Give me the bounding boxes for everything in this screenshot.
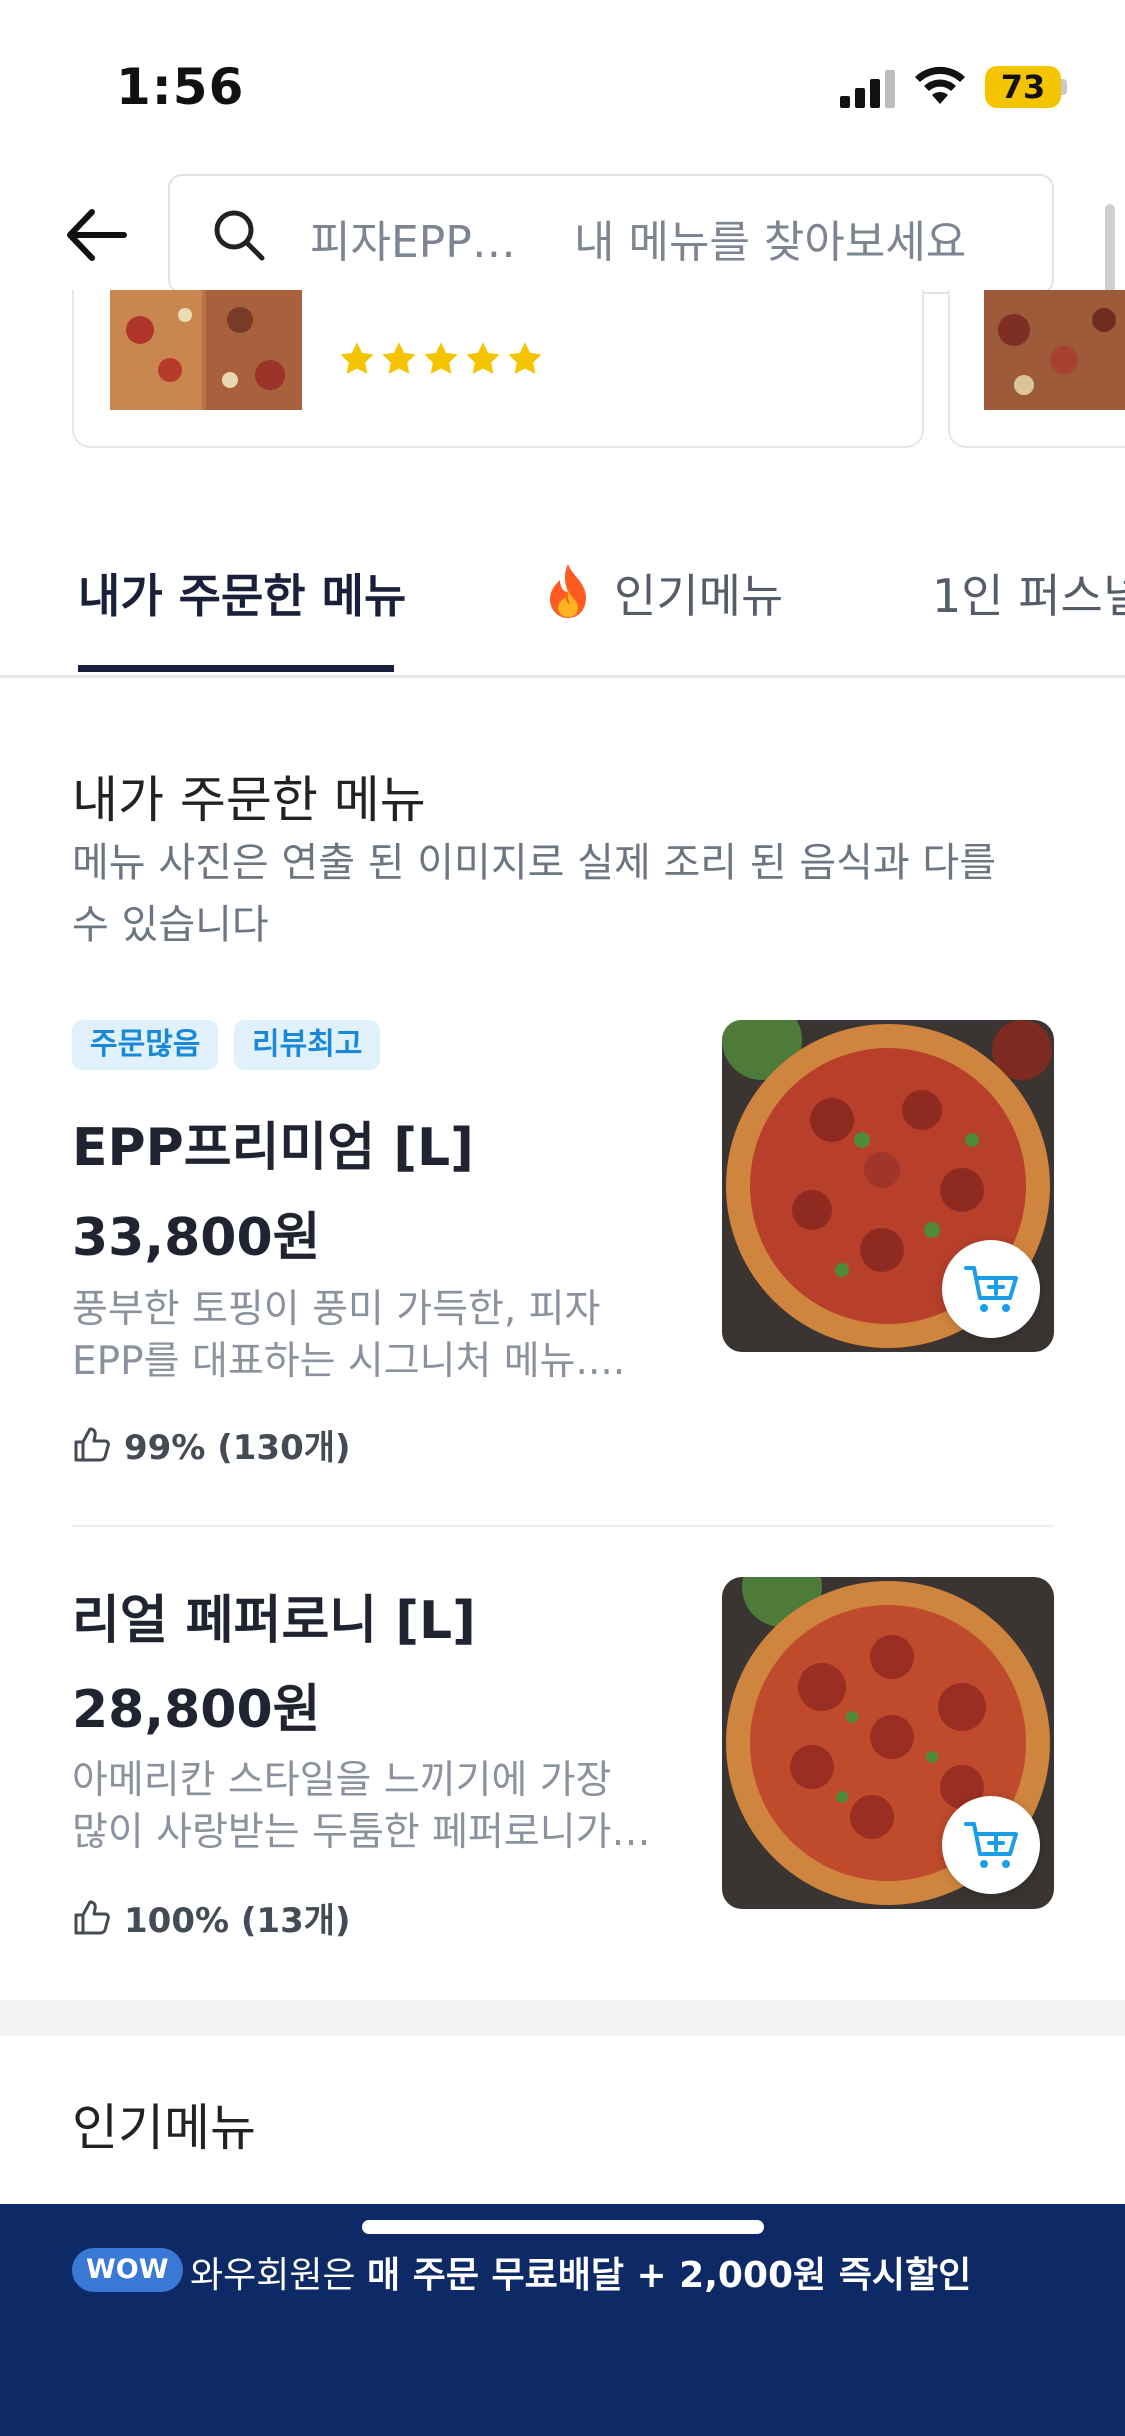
review-photo [110,290,302,410]
menu-item-name[interactable]: 리얼 페퍼로니 [L] [72,1578,476,1653]
add-to-cart-button[interactable] [942,1240,1040,1338]
star-icon [466,342,500,374]
search-icon [214,210,265,261]
thumbs-up-icon [74,1427,110,1461]
tab-label: 1인 퍼스널 [932,569,1125,623]
search-store-name: 피자EPP… [310,217,516,268]
star-icon [340,342,374,374]
add-to-cart-button[interactable] [942,1796,1040,1894]
menu-item-name[interactable]: EPP프리미엄 [L] [72,1105,474,1180]
tab-label: 내가 주문한 메뉴 [78,569,407,623]
tab-label: 인기메뉴 [614,569,784,623]
star-icon [382,342,416,374]
add-cart-icon [964,1822,1018,1868]
wow-banner-text: 와우회원은 매 주문 무료배달 + 2,000원 즉시할인 [190,2255,972,2296]
fire-icon [550,564,586,618]
section-title: 내가 주문한 메뉴 [72,771,426,829]
active-tab-indicator [78,665,394,672]
cellular-signal-icon [840,70,895,108]
battery-level: 73 [1000,68,1046,106]
review-card[interactable] [948,290,1125,448]
section-separator [0,2000,1125,2036]
wow-membership-banner[interactable]: WOW 와우회원은 매 주문 무료배달 + 2,000원 즉시할인 [0,2204,1125,2436]
section-subtitle: 메뉴 사진은 연출 된 이미지로 실제 조리 된 음식과 다를 수 있습니다 [72,840,997,948]
star-icon [508,342,542,374]
tab-personal[interactable]: 1인 퍼스널 [932,560,1125,626]
battery-icon: 73 [985,66,1067,108]
menu-item-price: 33,800원 [72,1208,321,1268]
menu-divider [72,1525,1054,1527]
wow-badge: WOW [72,2248,183,2292]
menu-item-price: 28,800원 [72,1680,321,1740]
status-bar: 1:56 73 [0,0,1125,150]
popular-section-title: 인기메뉴 [72,2099,256,2157]
menu-category-tabs: 내가 주문한 메뉴 인기메뉴 1인 퍼스널 [0,540,1125,678]
menu-item-rating: 99% (130개) [72,1420,351,1469]
thumbs-up-icon [74,1900,110,1934]
menu-item-description: 아메리칸 스타일을 느끼기에 가장 많이 사랑받는 두툼한 페퍼로니가… [72,1758,651,1855]
status-time: 1:56 [116,58,245,116]
add-cart-icon [964,1266,1018,1312]
home-indicator[interactable] [362,2220,764,2234]
review-photo [984,290,1125,410]
star-icon [424,342,458,374]
review-rating-stars [338,340,544,386]
menu-item-description: 풍부한 토핑이 풍미 가득한, 피자 EPP를 대표하는 시그니처 메뉴.... [72,1287,626,1384]
review-card[interactable] [72,290,924,448]
wifi-icon [915,66,965,104]
menu-item-rating: 100% (13개) [72,1893,351,1942]
search-input[interactable]: 피자EPP… 내 메뉴를 찾아보세요 [168,174,1054,294]
badge-best-review: 리뷰최고 [234,1020,381,1070]
tab-my-orders[interactable]: 내가 주문한 메뉴 [78,560,406,626]
tab-popular[interactable]: 인기메뉴 [542,560,783,626]
back-arrow-icon[interactable] [60,200,132,270]
badge-most-ordered: 주문많음 [72,1020,219,1070]
search-placeholder: 내 메뉴를 찾아보세요 [574,217,967,268]
